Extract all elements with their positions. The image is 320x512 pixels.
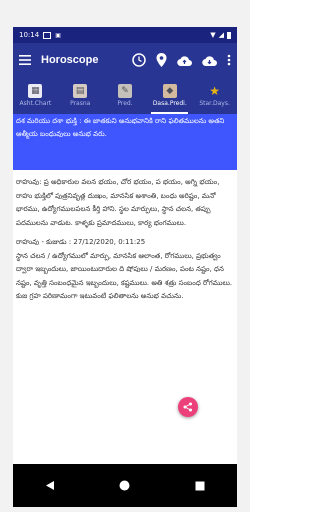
location-pin-icon[interactable] — [156, 53, 167, 67]
rahu-kuja-heading: రాహువు - కుజుడు : 27/12/2020, 0:11:25 — [16, 238, 146, 246]
more-options-icon[interactable] — [227, 54, 231, 66]
tab-label: Star.Days. — [199, 100, 230, 107]
tab-label: Asht.Chart — [19, 100, 52, 107]
cloud-download-icon[interactable] — [202, 55, 217, 66]
navigation-bar — [13, 464, 237, 507]
status-time: 10:14 — [19, 31, 40, 39]
star-icon: ★ — [209, 84, 220, 98]
status-bar: 10:14 ▣ ▼ ◢ — [13, 27, 237, 43]
app-bar: Horoscope — [13, 43, 237, 77]
home-icon[interactable] — [119, 476, 130, 495]
share-button[interactable] — [178, 397, 198, 417]
tab-dasa-predi[interactable]: ◆ Dasa.Predi. — [147, 77, 192, 114]
tab-prasna[interactable]: ▤ Prasna — [58, 77, 103, 114]
wifi-icon: ▼ — [210, 31, 216, 39]
share-icon — [183, 402, 192, 412]
tab-label: Prasna — [70, 100, 91, 107]
prediction-content: దశ మరియు దశా భుక్తి : ఈ జాతకుని అనుభవాని… — [13, 114, 237, 464]
notification-icon: ▣ — [55, 31, 61, 39]
tab-label: Dasa.Predi. — [152, 100, 187, 107]
tab-label: Pred. — [117, 100, 133, 107]
tab-pred[interactable]: ✎ Pred. — [103, 77, 148, 114]
signal-icon: ◢ — [218, 31, 224, 39]
menu-icon[interactable] — [19, 55, 31, 65]
highlight-block: దశ మరియు దశా భుక్తి : ఈ జాతకుని అనుభవాని… — [13, 114, 237, 170]
tab-bar: ▦ Asht.Chart ▤ Prasna ✎ Pred. ◆ Dasa.Pre… — [13, 77, 237, 114]
prasna-icon: ▤ — [73, 84, 88, 98]
cloud-upload-icon[interactable] — [177, 55, 192, 66]
app-title: Horoscope — [41, 54, 99, 66]
pred-icon: ✎ — [117, 84, 132, 98]
rahu-kuja-paragraph: స్థాన చలన / ఉద్యోగములో మార్పు, మానసిక ఆల… — [16, 251, 233, 301]
recents-icon[interactable] — [195, 476, 205, 495]
rahu-paragraph: రాహువు: ప్ర అధికారుల వలన భయం, చోర భయం, ప… — [16, 178, 220, 227]
back-icon[interactable] — [45, 476, 55, 495]
sim-icon — [43, 31, 52, 39]
battery-icon — [227, 31, 231, 39]
dasa-icon: ◆ — [162, 84, 177, 98]
tab-star-days[interactable]: ★ Star.Days. — [192, 77, 237, 114]
chart-icon: ▦ — [28, 84, 43, 98]
clock-icon[interactable] — [132, 53, 146, 67]
tab-asht-chart[interactable]: ▦ Asht.Chart — [13, 77, 58, 114]
